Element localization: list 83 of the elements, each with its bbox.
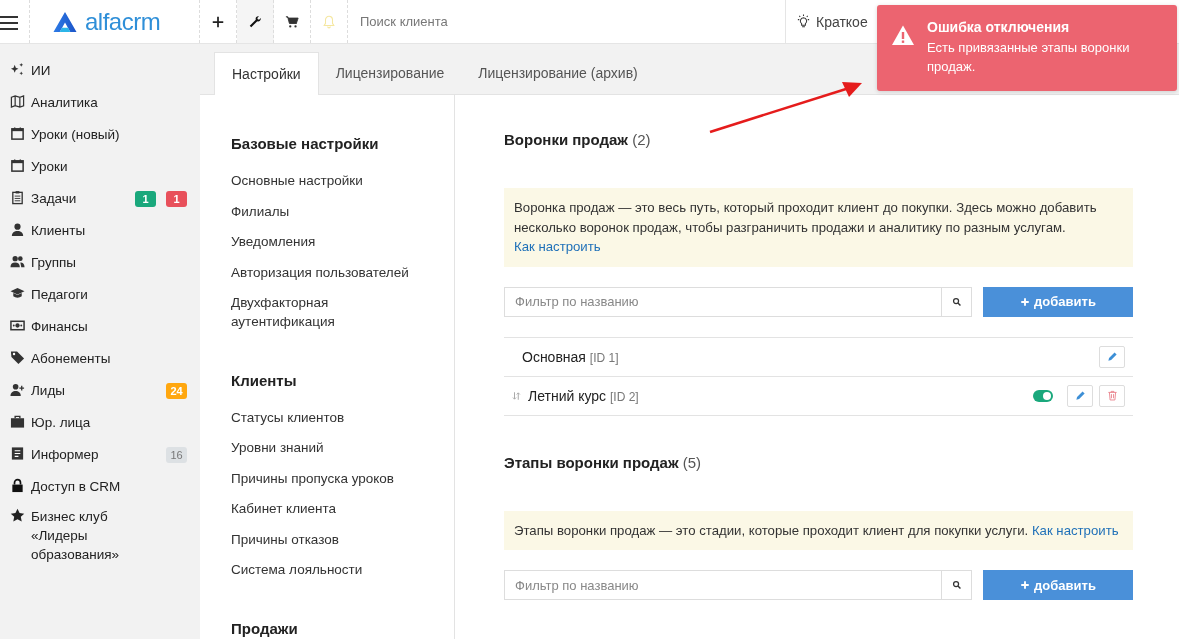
sidebar-item[interactable]: Юр. лица — [31, 413, 187, 432]
count-badge: 1 — [135, 191, 156, 207]
sparkle-icon — [10, 62, 25, 77]
sidebar-item[interactable]: Аналитика — [31, 93, 187, 112]
tab[interactable]: Настройки — [214, 52, 319, 95]
sidebar-item[interactable]: Лиды — [31, 381, 156, 400]
tab[interactable]: Лицензирование — [318, 52, 462, 94]
info-note: Этапы воронки продаж — это стадии, которые проходит клиент для покупки услуги. Как настроить — [504, 510, 1133, 550]
menu-link[interactable]: Филиалы — [231, 196, 290, 227]
pencil-icon — [1074, 390, 1086, 401]
sidebar-item[interactable]: Абонементы — [31, 349, 187, 368]
users-icon — [10, 254, 25, 269]
bell-icon — [322, 14, 336, 29]
graduation-cap-icon — [10, 286, 25, 301]
menu-link[interactable]: Авторизация пользователей — [231, 257, 409, 288]
sidebar-item[interactable]: Клиенты — [31, 221, 187, 240]
sidebar-item[interactable]: Группы — [31, 253, 187, 272]
menu-link[interactable]: Статусы клиентов — [231, 402, 345, 433]
count-badge: 16 — [166, 447, 187, 463]
sidebar-item[interactable]: Уроки — [31, 157, 187, 176]
lock-icon — [10, 478, 25, 493]
menu-link[interactable]: Кабинет клиента — [231, 494, 337, 525]
clipboard-icon — [10, 190, 25, 205]
menu-link[interactable]: Причины отказов — [231, 524, 339, 555]
count-badge: 24 — [166, 383, 187, 399]
sidebar-item[interactable]: Педагоги — [31, 285, 187, 304]
menu-link[interactable]: Двухфакторная аутентификация — [231, 288, 431, 338]
menu-button[interactable] — [0, 0, 30, 43]
user-plus-icon — [10, 382, 25, 397]
toggle-switch[interactable] — [1033, 389, 1053, 402]
trash-icon — [1106, 390, 1118, 401]
star-icon — [10, 508, 25, 523]
info-note: Воронка продаж — это весь путь, который проходит клиент до покупки. Здесь можно добавить несколько воронок продаж, чтобы разграничить продажи и аналитику по разным услугам. Как настроить — [504, 188, 1133, 267]
calendar-icon — [10, 158, 25, 173]
sidebar-item[interactable]: Задачи — [31, 189, 125, 208]
tag-icon — [10, 350, 25, 365]
document-icon — [10, 446, 25, 461]
plus-icon — [1020, 580, 1031, 590]
count-badge: 1 — [166, 191, 187, 207]
toast-title: Ошибка отключения — [927, 19, 1071, 35]
lightbulb-icon — [796, 14, 811, 29]
menu-heading: Продажи — [231, 619, 299, 637]
search-icon — [951, 296, 962, 307]
calendar-icon — [10, 126, 25, 141]
edit-button[interactable] — [1099, 345, 1125, 368]
logo-text: alfacrm — [85, 6, 161, 37]
funnel-name: Основная [ID 1] — [522, 348, 620, 365]
sidebar-item[interactable]: ИИ — [31, 61, 187, 80]
sidebar-item[interactable]: Бизнес клуб «Лидеры образования» — [31, 507, 121, 564]
section-title: Этапы воронки продаж (5) — [504, 453, 703, 471]
map-icon — [10, 94, 25, 109]
tab[interactable]: Лицензирование (архив) — [461, 52, 655, 94]
menu-icon — [0, 13, 18, 30]
menu-link[interactable]: Уровни знаний — [231, 433, 324, 464]
menu-link[interactable]: Причины пропуска уроков — [231, 463, 395, 494]
guide-link[interactable]: Краткое — [786, 0, 878, 43]
banknote-icon — [10, 318, 25, 333]
sidebar-item[interactable]: Информер — [31, 445, 156, 464]
warning-icon — [891, 24, 915, 46]
edit-button[interactable] — [1067, 384, 1093, 407]
menu-heading: Базовые настройки — [231, 135, 380, 152]
sidebar-item[interactable]: Уроки (новый) — [31, 125, 187, 144]
section-title: Воронки продаж (2) — [504, 131, 652, 148]
plus-icon — [1020, 296, 1031, 307]
sidebar-item[interactable]: Финансы — [31, 317, 187, 336]
menu-link[interactable]: Система лояльности — [231, 555, 363, 586]
help-link[interactable]: Как настроить — [1031, 522, 1119, 538]
briefcase-icon — [10, 414, 25, 429]
user-icon — [10, 222, 25, 237]
search-icon — [951, 580, 962, 590]
wrench-icon — [248, 14, 262, 29]
menu-heading: Клиенты — [231, 371, 298, 389]
pencil-icon — [1106, 351, 1118, 362]
delete-button[interactable] — [1099, 384, 1125, 407]
funnel-name: Летний курс [ID 2] — [528, 387, 640, 404]
sidebar-item[interactable]: Доступ в CRM — [31, 477, 187, 496]
plus-icon — [211, 14, 225, 29]
toast-message: Есть привязанные этапы воронки продаж. — [927, 39, 1131, 76]
menu-link[interactable]: Основные настройки — [231, 166, 363, 197]
help-link[interactable]: Как настроить — [514, 239, 601, 254]
cart-icon — [285, 14, 299, 29]
sort-icon — [512, 389, 522, 402]
menu-link[interactable]: Уведомления — [231, 227, 316, 258]
